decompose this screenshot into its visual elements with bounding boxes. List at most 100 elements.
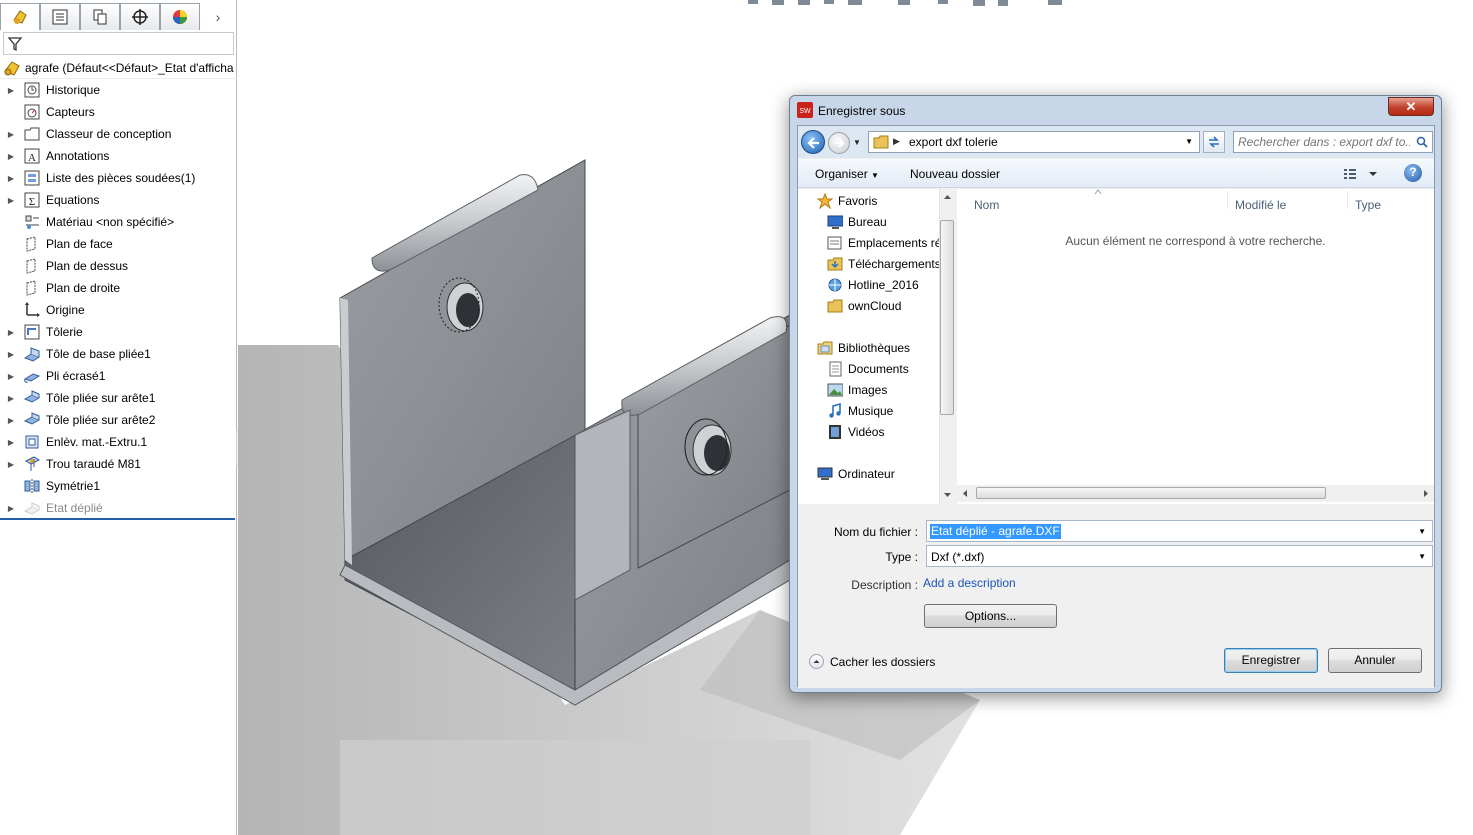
expand-arrow-icon[interactable]: ▶ (0, 372, 22, 381)
tree-item[interactable]: ▶ Etat déplié (0, 497, 237, 519)
back-button[interactable] (801, 130, 825, 154)
tab-property-manager[interactable] (40, 3, 80, 30)
tree-item[interactable]: Symétrie1 (0, 475, 237, 497)
filename-field[interactable]: Etat déplié - agrafe.DXF ▼ (926, 520, 1433, 542)
tree-item[interactable]: ▶ Tôlerie (0, 321, 237, 343)
expand-arrow-icon[interactable]: ▶ (0, 86, 22, 95)
chevron-down-icon[interactable]: ▼ (1185, 137, 1193, 146)
view-options-icon[interactable] (1342, 166, 1382, 182)
address-bar[interactable]: ▶ export dxf tolerie ▼ (868, 131, 1200, 153)
scroll-left-icon[interactable] (959, 486, 971, 501)
expand-arrow-icon[interactable]: ▶ (0, 350, 22, 359)
nav-item[interactable]: Vidéos (826, 421, 884, 442)
nav-item[interactable]: Bibliothèques (816, 337, 910, 358)
nav-item-label: Ordinateur (838, 466, 895, 481)
nav-item[interactable]: Images (826, 379, 887, 400)
search-input[interactable] (1238, 134, 1410, 150)
tab-feature-manager[interactable] (0, 3, 40, 30)
tree-item[interactable]: Plan de face (0, 233, 237, 255)
history-dropdown-icon[interactable]: ▼ (853, 138, 861, 147)
expand-arrow-icon[interactable]: ▶ (0, 174, 22, 183)
nav-item[interactable]: Téléchargements (826, 253, 941, 274)
tree-item[interactable]: Matériau <non spécifié> (0, 211, 237, 233)
refresh-button[interactable] (1203, 131, 1225, 153)
new-folder-button[interactable]: Nouveau dossier (910, 167, 1000, 181)
horizontal-scrollbar[interactable] (957, 485, 1434, 502)
expand-arrow-icon[interactable]: ▶ (0, 130, 22, 139)
help-button[interactable]: ? (1404, 164, 1422, 182)
tree-item[interactable]: ▶ Classeur de conception (0, 123, 237, 145)
tree-item[interactable]: Plan de droite (0, 277, 237, 299)
tree-item[interactable]: ▶ Historique (0, 79, 237, 101)
tab-display-manager[interactable] (160, 3, 200, 30)
nav-item[interactable]: Ordinateur (816, 463, 895, 484)
nav-item[interactable]: ownCloud (826, 295, 901, 316)
rollback-bar[interactable] (0, 518, 235, 520)
tree-root-part[interactable]: agrafe (Défaut<<Défaut>_Etat d'afficha (0, 57, 237, 79)
tree-filter-input[interactable] (3, 32, 234, 55)
scroll-up-icon[interactable] (940, 191, 955, 203)
tree-item[interactable]: Origine (0, 299, 237, 321)
tree-item[interactable]: ▶ A Annotations (0, 145, 237, 167)
tree-item[interactable]: ▶ Tôle de base pliée1 (0, 343, 237, 365)
tree-item-label: Tôle pliée sur arête1 (46, 391, 156, 405)
nav-item[interactable]: Documents (826, 358, 909, 379)
options-button[interactable]: Options... (924, 604, 1057, 628)
dialog-body: ▼ ▶ export dxf tolerie ▼ Organiser ▼ Nou… (797, 125, 1435, 688)
tree-item[interactable]: ▶ Enlèv. mat.-Extru.1 (0, 431, 237, 453)
chevron-down-icon[interactable]: ▼ (1418, 527, 1426, 536)
expand-arrow-icon[interactable]: ▶ (0, 196, 22, 205)
expand-arrow-icon[interactable]: ▶ (0, 152, 22, 161)
chevron-right-icon[interactable]: › (200, 3, 236, 30)
tree-item[interactable]: ▶ Liste des pièces soudées(1) (0, 167, 237, 189)
chevron-down-icon[interactable]: ▼ (1418, 552, 1426, 561)
column-header-name[interactable]: Nom (974, 198, 999, 212)
close-button[interactable]: ✕ (1388, 97, 1434, 116)
filename-input[interactable] (929, 523, 1409, 539)
horizontal-scroll-thumb[interactable] (976, 487, 1326, 499)
nav-item[interactable]: Hotline_2016 (826, 274, 919, 295)
tree-item[interactable]: ▶ Tôle pliée sur arête2 (0, 409, 237, 431)
navigation-scroll-thumb[interactable] (940, 220, 954, 415)
cut-list-icon (22, 169, 42, 187)
tab-dimxpert-manager[interactable] (120, 3, 160, 30)
file-type-select[interactable]: Dxf (*.dxf) ▼ (926, 545, 1433, 567)
scroll-down-icon[interactable] (940, 489, 955, 501)
column-divider[interactable] (1347, 191, 1348, 209)
tree-item[interactable]: ▶ Trou taraudé M81 (0, 453, 237, 475)
documents-icon (826, 361, 844, 377)
expand-arrow-icon[interactable]: ▶ (0, 504, 22, 513)
save-button[interactable]: Enregistrer (1224, 648, 1318, 673)
column-header-type[interactable]: Type (1355, 198, 1381, 212)
network-folder-icon (826, 277, 844, 293)
nav-item[interactable]: Emplacements ré (826, 232, 941, 253)
organise-menu[interactable]: Organiser ▼ (815, 167, 879, 181)
nav-item[interactable]: Musique (826, 400, 893, 421)
tree-item-label: Tôlerie (46, 325, 83, 339)
dialog-title-bar[interactable]: SW Enregistrer sous ✕ (790, 96, 1441, 124)
tree-item[interactable]: ▶ Tôle pliée sur arête1 (0, 387, 237, 409)
file-list[interactable]: Nom Modifié le Type Aucun élément ne cor… (957, 189, 1434, 504)
expand-arrow-icon[interactable]: ▶ (0, 394, 22, 403)
scroll-right-icon[interactable] (1420, 486, 1432, 501)
add-description-link[interactable]: Add a description (923, 576, 1016, 590)
hide-folders-toggle[interactable]: Cacher les dossiers (809, 654, 935, 669)
tab-configuration-manager[interactable] (80, 3, 120, 30)
tree-item[interactable]: Capteurs (0, 101, 237, 123)
cancel-button[interactable]: Annuler (1328, 648, 1422, 673)
expand-arrow-icon[interactable]: ▶ (0, 328, 22, 337)
nav-item[interactable]: Favoris (816, 190, 877, 211)
forward-button[interactable] (828, 132, 850, 154)
tree-item[interactable]: ▶ Σ Equations (0, 189, 237, 211)
tree-item[interactable]: Plan de dessus (0, 255, 237, 277)
tree-item[interactable]: ▶ Pli écrasé1 (0, 365, 237, 387)
expand-arrow-icon[interactable]: ▶ (0, 416, 22, 425)
expand-arrow-icon[interactable]: ▶ (0, 460, 22, 469)
search-box[interactable] (1233, 131, 1433, 153)
nav-item[interactable]: Bureau (826, 211, 887, 232)
breadcrumb-path[interactable]: export dxf tolerie (909, 135, 998, 149)
expand-arrow-icon[interactable]: ▶ (0, 438, 22, 447)
libraries-icon (816, 340, 834, 356)
column-divider[interactable] (1227, 191, 1228, 209)
column-header-modified[interactable]: Modifié le (1235, 198, 1286, 212)
